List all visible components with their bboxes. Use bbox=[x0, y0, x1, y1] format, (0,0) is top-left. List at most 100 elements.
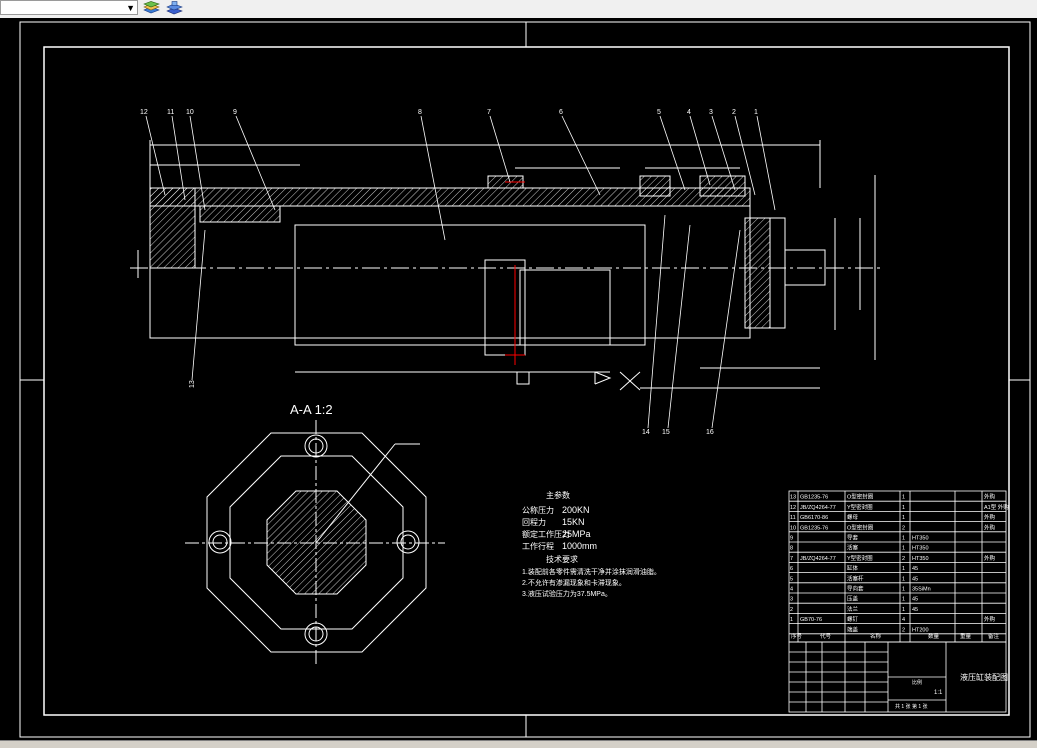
bom-cell-code: JB/ZQ4264-77 bbox=[800, 505, 836, 511]
note-label-4: 工作行程 bbox=[522, 541, 554, 551]
bom-cell-material: HT350 bbox=[912, 536, 929, 542]
balloon-labels: 12 11 10 9 8 7 6 5 4 3 2 1 13 14 15 16 bbox=[140, 109, 758, 436]
bom-cell-no: 2 bbox=[790, 607, 793, 613]
title-block-text: 液压缸装配图 比例 1:1 共 1 张 第 1 张 bbox=[895, 672, 1008, 710]
layer-combo[interactable]: ▼ bbox=[0, 0, 138, 15]
bom-cell-material: 45 bbox=[912, 607, 918, 613]
requirement-1: 1.装配前各零件需清洗干净并涂抹润滑油脂。 bbox=[522, 567, 661, 576]
layer-states-icon[interactable] bbox=[166, 1, 183, 16]
bom-cell-note: 外购 bbox=[984, 513, 996, 521]
bom-cell-qty: 1 bbox=[902, 597, 905, 603]
cad-drawing: 12 11 10 9 8 7 6 5 4 3 2 1 13 14 15 16 A… bbox=[19, 21, 1031, 738]
drawing-frame bbox=[19, 21, 1031, 738]
drawing-name: 液压缸装配图 bbox=[960, 672, 1008, 682]
bom-cell-name: 活塞杆 bbox=[847, 574, 864, 582]
bom-cell-name: 螺钉 bbox=[847, 615, 859, 623]
requirement-3: 3.液压试验压力为37.5MPa。 bbox=[522, 589, 612, 598]
bom-cell-no: 7 bbox=[790, 556, 793, 562]
notes-title: 主参数 bbox=[546, 490, 570, 500]
balloon-1: 1 bbox=[754, 109, 758, 116]
bom-cell-name: 导向套 bbox=[847, 585, 864, 593]
bom-cell-no: 10 bbox=[790, 525, 796, 531]
bom-cell-material: 35SiMn bbox=[912, 587, 931, 593]
balloon-8: 8 bbox=[418, 109, 422, 116]
bom-cell-name: 活塞 bbox=[847, 544, 859, 552]
balloon-13: 13 bbox=[189, 380, 196, 388]
bom-cell-qty: 2 bbox=[902, 627, 905, 633]
technical-notes: 主参数 公称压力 200KN 回程力 15KN 额定工作压力 25MPa 工作行… bbox=[522, 490, 661, 598]
cylinder-section-view bbox=[130, 140, 880, 391]
balloon-11: 11 bbox=[167, 109, 174, 116]
bom-cell-name: 压盖 bbox=[847, 595, 859, 603]
bom-cell-qty: 1 bbox=[902, 546, 905, 552]
bom-cell-material: HT200 bbox=[912, 627, 929, 633]
note-value-2: 15KN bbox=[562, 517, 585, 527]
balloon-15: 15 bbox=[662, 429, 670, 436]
bom-cell-qty: 2 bbox=[902, 556, 905, 562]
bom-cell-qty: 1 bbox=[902, 515, 905, 521]
bom-cell-qty: 1 bbox=[902, 576, 905, 582]
bom-cell-code: JB/ZQ4264-77 bbox=[800, 556, 836, 562]
note-value-4: 1000mm bbox=[562, 541, 597, 551]
balloon-leaders bbox=[145, 115, 776, 429]
bom-cell-material: HT350 bbox=[912, 546, 929, 552]
balloon-6: 6 bbox=[559, 109, 563, 116]
bom-cell-code: GB6170-86 bbox=[800, 515, 828, 521]
balloon-4: 4 bbox=[687, 109, 691, 116]
balloon-7: 7 bbox=[487, 109, 491, 116]
bom-cell-no: 13 bbox=[790, 495, 796, 501]
balloon-2: 2 bbox=[732, 109, 736, 116]
balloon-12: 12 bbox=[140, 109, 148, 116]
bom-cell-no: 4 bbox=[790, 587, 793, 593]
sheet-count: 共 1 张 第 1 张 bbox=[895, 703, 928, 710]
bom-cell-qty: 1 bbox=[902, 495, 905, 501]
bom-cell-name: 法兰 bbox=[847, 605, 859, 613]
balloon-3: 3 bbox=[709, 109, 713, 116]
bom-cell-no: 5 bbox=[790, 576, 793, 582]
bom-cell-name: 导套 bbox=[847, 534, 859, 542]
bom-cell-material: HT350 bbox=[912, 556, 929, 562]
drawing-canvas[interactable]: 12 11 10 9 8 7 6 5 4 3 2 1 13 14 15 16 A… bbox=[0, 18, 1037, 740]
bom-cell-no: 6 bbox=[790, 566, 793, 572]
balloon-10: 10 bbox=[186, 109, 194, 116]
toolbar: ▼ bbox=[0, 0, 1037, 19]
bom-cell-name: Y型密封圈 bbox=[847, 503, 873, 511]
chevron-down-icon[interactable]: ▼ bbox=[126, 1, 135, 15]
bom-cell-note: 外购 bbox=[984, 523, 996, 531]
bom-header-no: 序号 bbox=[791, 632, 803, 640]
balloon-14: 14 bbox=[642, 429, 650, 436]
balloon-9: 9 bbox=[233, 109, 237, 116]
bom-cell-qty: 1 bbox=[902, 607, 905, 613]
bom-cell-qty: 1 bbox=[902, 587, 905, 593]
bom-cell-material: 45 bbox=[912, 566, 918, 572]
bom-cell-note: 外购 bbox=[984, 493, 996, 501]
bom-cell-name: 缸体 bbox=[847, 564, 859, 572]
bom-cell-note: A1型 外购 bbox=[984, 503, 1009, 511]
bom-cell-no: 1 bbox=[790, 617, 793, 623]
bom-cell-code: GB70-76 bbox=[800, 617, 822, 623]
bom-cell-note: 外购 bbox=[984, 554, 996, 562]
bom-cell-name: 螺母 bbox=[847, 513, 859, 521]
note-value-3: 25MPa bbox=[562, 529, 591, 539]
section-a-a-view bbox=[185, 420, 445, 665]
bom-cell-no: 3 bbox=[790, 597, 793, 603]
bom-cell-material: 45 bbox=[912, 576, 918, 582]
note-label-1: 公称压力 bbox=[522, 505, 554, 515]
bom-cell-no: 8 bbox=[790, 546, 793, 552]
bom-cell-name: O型密封圈 bbox=[847, 493, 874, 501]
bom-cell-no: 12 bbox=[790, 505, 796, 511]
layer-stack-icon[interactable] bbox=[143, 1, 160, 16]
bom-header-note: 备注 bbox=[988, 632, 1000, 640]
bom-header-code: 代号 bbox=[820, 632, 832, 640]
bom-cell-name: Y型密封圈 bbox=[847, 554, 873, 562]
bom-cell-qty: 2 bbox=[902, 525, 905, 531]
tech-requirements-title: 技术要求 bbox=[546, 554, 578, 564]
bom-cell-no: 11 bbox=[790, 515, 796, 521]
bom-cell-note: 外购 bbox=[984, 615, 996, 623]
note-label-2: 回程力 bbox=[522, 517, 546, 527]
bom-cell-code: GB1235-76 bbox=[800, 495, 828, 501]
section-label: A-A 1:2 bbox=[290, 402, 333, 417]
bom-cell-qty: 1 bbox=[902, 566, 905, 572]
bom-cell-name: 端盖 bbox=[847, 625, 859, 633]
balloon-5: 5 bbox=[657, 109, 661, 116]
